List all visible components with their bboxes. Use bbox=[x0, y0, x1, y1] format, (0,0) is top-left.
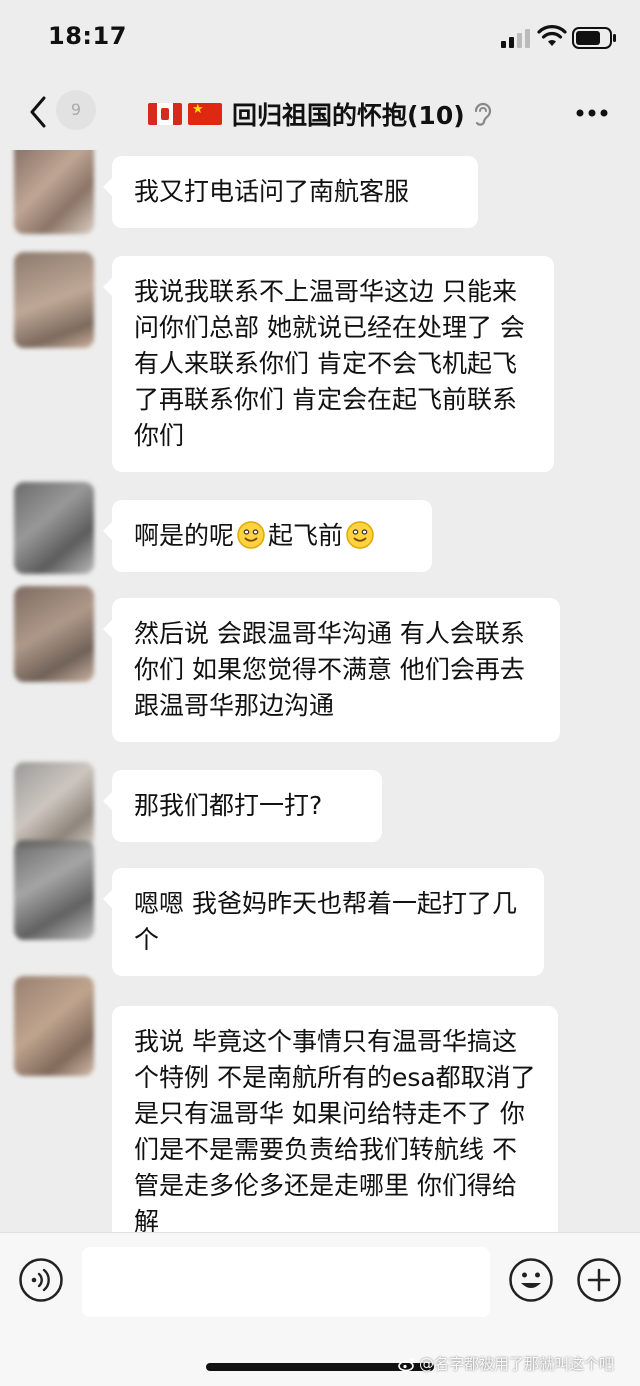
add-button[interactable] bbox=[576, 1257, 622, 1303]
message-bubble[interactable]: 那我们都打一打? bbox=[103, 770, 382, 842]
status-time: 18:17 bbox=[48, 22, 127, 50]
message-input[interactable] bbox=[82, 1247, 490, 1317]
input-bar: @名字都被用了那就叫这个吧 bbox=[0, 1232, 640, 1386]
avatar[interactable] bbox=[14, 976, 94, 1076]
unread-count-badge: 9 bbox=[56, 90, 96, 130]
watermark-text: @名字都被用了那就叫这个吧 bbox=[419, 1355, 615, 1373]
voice-input-button[interactable] bbox=[18, 1257, 64, 1303]
avatar[interactable] bbox=[14, 150, 94, 234]
message-bubble[interactable]: 嗯嗯 我爸妈昨天也帮着一起打了几个 bbox=[103, 868, 544, 976]
more-options-button[interactable] bbox=[572, 98, 612, 128]
message-text: 然后说 会跟温哥华沟通 有人会联系你们 如果您觉得不满意 他们会再去跟温哥华那边… bbox=[134, 619, 525, 720]
weibo-logo-icon bbox=[398, 1358, 416, 1371]
message-text: 我说我联系不上温哥华这边 只能来问你们总部 她就说已经在处理了 会有人来联系你们… bbox=[134, 277, 525, 450]
message-bubble[interactable]: 我说我联系不上温哥华这边 只能来问你们总部 她就说已经在处理了 会有人来联系你们… bbox=[103, 256, 554, 472]
avatar[interactable] bbox=[14, 762, 94, 848]
watermark: @名字都被用了那就叫这个吧 bbox=[398, 1353, 614, 1374]
message-bubble[interactable]: 我又打电话问了南航客服 bbox=[103, 156, 478, 228]
emoji-button[interactable] bbox=[508, 1257, 554, 1303]
canada-flag-icon bbox=[148, 103, 182, 125]
smiling-face-icon bbox=[237, 521, 265, 549]
message-text: 啊是的呢 bbox=[134, 521, 235, 550]
cellular-signal-icon bbox=[501, 29, 530, 48]
avatar[interactable] bbox=[14, 586, 94, 682]
smiling-face-icon bbox=[346, 521, 374, 549]
chat-title-group[interactable]: 回归祖国的怀抱(10) bbox=[148, 94, 493, 134]
wifi-icon bbox=[537, 25, 567, 46]
message-text: 那我们都打一打? bbox=[134, 791, 323, 820]
avatar[interactable] bbox=[14, 252, 94, 348]
avatar[interactable] bbox=[14, 482, 94, 574]
china-flag-icon bbox=[188, 102, 222, 125]
ear-icon bbox=[474, 102, 491, 126]
message-bubble[interactable]: 啊是的呢 起飞前 bbox=[103, 500, 432, 572]
chat-header: 9 回归祖国的怀抱(10) bbox=[0, 80, 640, 150]
message-text: 起飞前 bbox=[268, 521, 344, 550]
chat-title: 回归祖国的怀抱(10) bbox=[232, 101, 465, 130]
status-bar: 18:17 bbox=[0, 0, 640, 80]
message-text: 嗯嗯 我爸妈昨天也帮着一起打了几个 bbox=[134, 889, 517, 954]
message-bubble[interactable]: 然后说 会跟温哥华沟通 有人会联系你们 如果您觉得不满意 他们会再去跟温哥华那边… bbox=[103, 598, 560, 742]
message-bubble[interactable]: 我说 毕竟这个事情只有温哥华搞这个特例 不是南航所有的esa都取消了 是只有温哥… bbox=[112, 1006, 558, 1232]
back-button[interactable] bbox=[20, 92, 56, 132]
message-list[interactable]: 我又打电话问了南航客服 我说我联系不上温哥华这边 只能来问你们总部 她就说已经在… bbox=[0, 150, 640, 1232]
message-text: 我又打电话问了南航客服 bbox=[134, 177, 410, 206]
battery-icon bbox=[572, 27, 616, 49]
message-text: 我说 毕竟这个事情只有温哥华搞这个特例 不是南航所有的esa都取消了 是只有温哥… bbox=[134, 1027, 536, 1232]
avatar[interactable] bbox=[14, 840, 94, 940]
